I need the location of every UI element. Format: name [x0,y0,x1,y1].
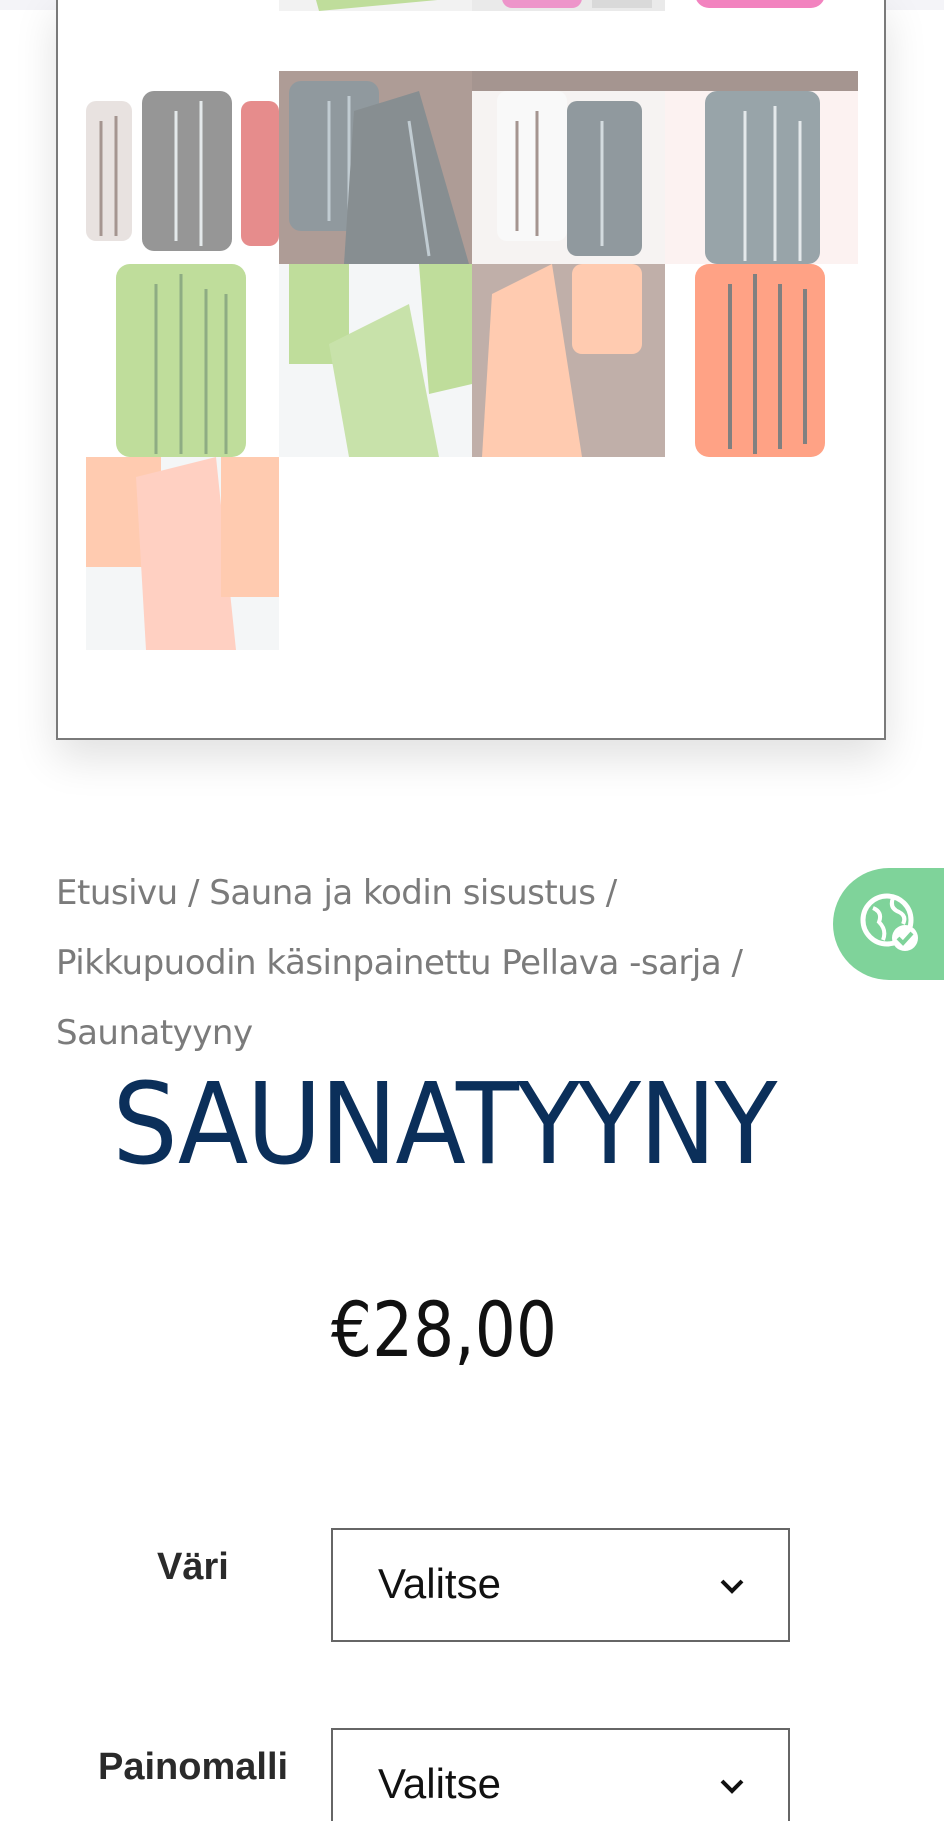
color-option-label: Väri [157,1546,229,1588]
print-pattern-select[interactable]: Valitse [331,1728,790,1821]
gallery-thumb-hanging-bags[interactable] [472,71,665,264]
gallery-thumb-pink-pillow-top[interactable] [472,0,665,11]
globe-check-icon [860,893,918,951]
gallery-thumb-grey-bag-hook[interactable] [665,71,858,264]
product-title: SAUNATYYNY [112,1060,777,1190]
gallery-thumb-green-towel-top[interactable] [279,0,472,11]
product-price: €28,00 [330,1285,558,1374]
color-select[interactable]: Valitse [331,1528,790,1642]
breadcrumb-separator: / [731,943,743,983]
breadcrumb-separator: / [188,873,210,913]
breadcrumb-link-home[interactable]: Etusivu [56,873,178,913]
breadcrumb-link-category[interactable]: Sauna ja kodin sisustus [209,873,596,913]
breadcrumb-current: Saunatyyny [56,1013,253,1053]
translate-button[interactable] [833,868,944,980]
color-select-value: Valitse [378,1560,501,1607]
gallery-thumb-green-pillow-top[interactable] [86,0,279,11]
chevron-down-icon [720,1579,744,1594]
gallery-thumb-green-pillow[interactable] [86,264,279,457]
chevron-down-icon [720,1779,744,1794]
product-gallery [56,0,886,740]
gallery-thumb-dark-pillows-wood[interactable] [279,71,472,264]
gallery-thumb-orange-pillow[interactable] [665,264,858,457]
breadcrumb-link-series[interactable]: Pikkupuodin käsinpainettu Pellava -sarja [56,943,722,983]
breadcrumb: Etusivu / Sauna ja kodin sisustus / Pikk… [56,858,796,1068]
product-page: Etusivu / Sauna ja kodin sisustus / Pikk… [0,0,944,1821]
print-pattern-select-value: Valitse [378,1760,501,1807]
gallery-thumb-green-towels[interactable] [279,264,472,457]
gallery-thumb-three-pillows[interactable] [86,71,279,264]
print-pattern-option-label: Painomalli [98,1746,289,1788]
gallery-thumb-magenta-pillow-top[interactable] [665,0,858,11]
gallery-thumb-orange-towels[interactable] [86,457,279,650]
breadcrumb-separator: / [605,873,617,913]
gallery-thumb-orange-towel-wood[interactable] [472,264,665,457]
